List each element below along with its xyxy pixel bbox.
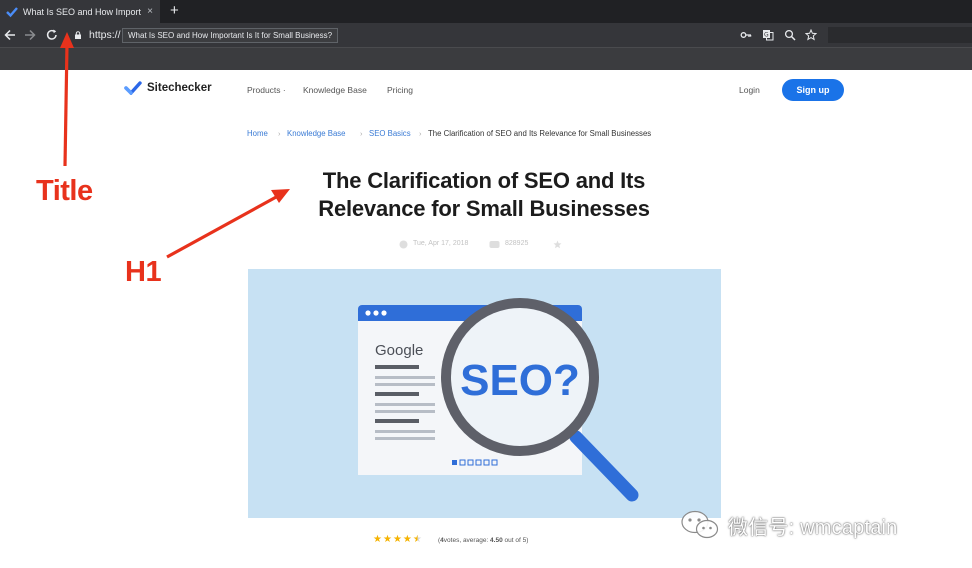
- login-link[interactable]: Login: [739, 85, 760, 95]
- back-arrow-icon[interactable]: [3, 27, 17, 43]
- logo-text: Sitechecker: [147, 82, 212, 94]
- hero-image: Google SEO?: [248, 269, 721, 518]
- star-icon[interactable]: ★: [383, 535, 392, 545]
- url-bar[interactable]: https://: [89, 29, 121, 41]
- browser-tab-bar: What Is SEO and How Importan × +: [0, 0, 972, 23]
- new-tab-button[interactable]: +: [170, 3, 179, 19]
- forward-arrow-icon[interactable]: [23, 27, 37, 43]
- browser-tab-active[interactable]: What Is SEO and How Importan ×: [0, 0, 160, 23]
- star-icon[interactable]: ★: [373, 535, 382, 545]
- nav-products[interactable]: Products ·: [247, 85, 286, 95]
- breadcrumb-home[interactable]: Home: [247, 129, 268, 138]
- bookmarks-bar: [0, 47, 972, 70]
- nav-pricing[interactable]: Pricing: [387, 85, 413, 95]
- watermark-text: 微信号: wmcaptain: [728, 516, 898, 539]
- rating-out-of: out of 5): [502, 537, 529, 544]
- h1-line-1: The Clarification of SEO and Its: [322, 168, 646, 193]
- lock-icon: [75, 31, 81, 39]
- google-label: Google: [375, 342, 423, 359]
- url-tooltip: What Is SEO and How Important Is It for …: [122, 28, 339, 43]
- rating-stars[interactable]: ★ ★ ★ ★ ★: [373, 535, 422, 545]
- logo-check-icon: [124, 81, 142, 95]
- h1-annotation-label: H1: [125, 256, 162, 288]
- breadcrumb-knowledge-base[interactable]: Knowledge Base: [287, 129, 346, 138]
- nav-knowledge-base[interactable]: Knowledge Base: [303, 85, 367, 95]
- wechat-icon: [681, 510, 719, 539]
- tab-close-icon[interactable]: ×: [145, 6, 155, 17]
- star-icon[interactable]: ★: [393, 535, 402, 545]
- sitechecker-logo[interactable]: Sitechecker: [124, 81, 212, 95]
- seo-question-text: SEO?: [460, 356, 580, 405]
- breadcrumb-separator: ›: [419, 129, 422, 138]
- reload-icon[interactable]: [45, 27, 59, 43]
- wechat-watermark: 微信号: wmcaptain: [680, 509, 898, 541]
- signup-button[interactable]: Sign up: [782, 79, 844, 101]
- sitechecker-favicon-icon: [6, 6, 18, 17]
- rating-votes-suffix: votes, average:: [443, 537, 491, 544]
- bookmark-star-icon[interactable]: [805, 29, 817, 41]
- breadcrumb-separator: ›: [360, 129, 363, 138]
- h1-line-2: Relevance for Small Businesses: [318, 196, 650, 221]
- breadcrumb-separator: ›: [278, 129, 281, 138]
- article-date: Tue, Apr 17, 2018: [413, 240, 469, 247]
- rating-summary: (4votes, average: 4.50 out of 5): [438, 537, 528, 544]
- extension-area: [828, 27, 972, 43]
- svg-text:G: G: [764, 32, 769, 39]
- tab-title: What Is SEO and How Importan: [23, 6, 141, 17]
- breadcrumb-seo-basics[interactable]: SEO Basics: [369, 129, 411, 138]
- rating-average: 4.50: [490, 537, 503, 544]
- article-h1: The Clarification of SEO and Its Relevan…: [250, 167, 718, 223]
- title-annotation-label: Title: [36, 175, 93, 207]
- views-eye-icon: [489, 241, 500, 248]
- article-views: 828925: [505, 240, 529, 247]
- zoom-icon[interactable]: [784, 29, 796, 41]
- half-star-icon[interactable]: ★: [413, 535, 422, 545]
- star-icon[interactable]: ★: [403, 535, 412, 545]
- breadcrumb-current: The Clarification of SEO and Its Relevan…: [428, 129, 652, 138]
- translate-icon[interactable]: G: [762, 29, 774, 41]
- seo-magnifier-illustration: Google SEO?: [358, 298, 639, 502]
- screenshot: What Is SEO and How Importan × + https:/…: [0, 0, 972, 568]
- key-icon[interactable]: [740, 29, 752, 41]
- favorite-star-icon[interactable]: [553, 240, 562, 249]
- calendar-icon: [399, 240, 408, 249]
